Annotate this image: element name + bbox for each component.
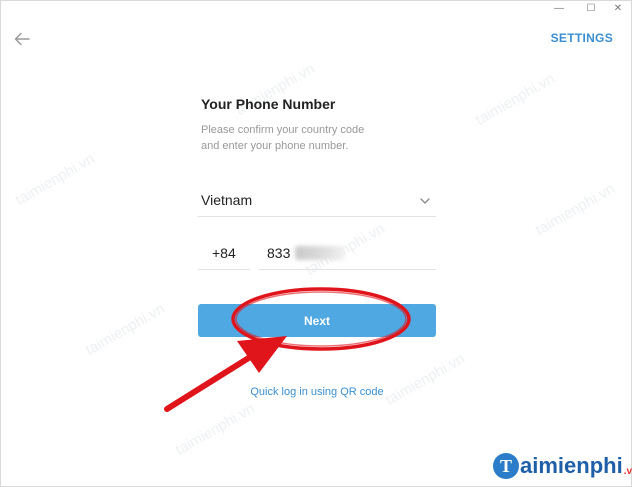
minimize-button[interactable]: — — [546, 1, 572, 15]
description-line: and enter your phone number. — [201, 140, 349, 152]
app-window: — ☐ ✕ taimienphi.vn taimienphi.vn taimie… — [0, 0, 632, 487]
brand-logo: T aimienphi .vn — [493, 449, 632, 479]
phone-number-field[interactable]: 833 — [259, 237, 436, 270]
country-code-value: +84 — [212, 245, 236, 261]
watermark-text: taimienphi.vn — [172, 400, 258, 459]
blurred-digits — [295, 246, 345, 260]
page-description: Please confirm your country code and ent… — [201, 122, 401, 154]
settings-link[interactable]: SETTINGS — [551, 31, 613, 45]
watermark-text: taimienphi.vn — [532, 180, 618, 239]
qr-login-link[interactable]: Quick log in using QR code — [1, 386, 632, 398]
pointer-arrow-head — [237, 336, 287, 373]
watermark-text: taimienphi.vn — [472, 70, 558, 129]
title-bar: — ☐ ✕ — [1, 1, 631, 15]
country-select[interactable]: Vietnam — [198, 187, 436, 217]
watermark-text: taimienphi.vn — [12, 150, 98, 209]
qr-login-label: Quick log in using QR code — [250, 386, 384, 398]
close-button[interactable]: ✕ — [605, 1, 631, 15]
country-code-field[interactable]: +84 — [198, 237, 250, 270]
brand-name: aimienphi — [520, 453, 623, 478]
next-button[interactable]: Next — [198, 304, 436, 337]
page-title: Your Phone Number — [201, 96, 336, 112]
maximize-button[interactable]: ☐ — [578, 1, 604, 15]
watermark-text: taimienphi.vn — [382, 350, 468, 409]
phone-number-value: 833 — [267, 245, 291, 261]
brand-suffix: .vn — [623, 466, 632, 477]
country-value: Vietnam — [201, 192, 253, 208]
back-button[interactable] — [11, 29, 33, 49]
watermark-text: taimienphi.vn — [82, 300, 168, 359]
description-line: Please confirm your country code — [201, 124, 365, 136]
chevron-down-icon — [420, 198, 430, 204]
arrow-left-icon — [14, 32, 30, 46]
brand-initial: T — [493, 453, 519, 479]
